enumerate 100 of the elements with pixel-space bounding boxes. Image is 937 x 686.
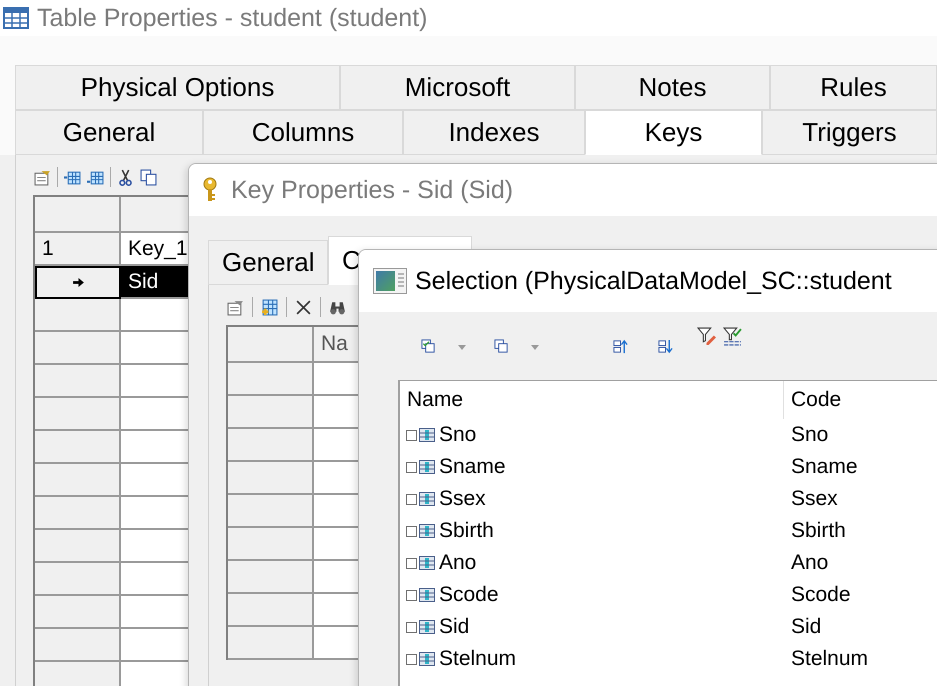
tab[interactable]: Columns bbox=[203, 110, 403, 155]
column-name: Sid bbox=[439, 615, 470, 639]
select-all-icon[interactable] bbox=[421, 339, 436, 354]
insert-row-icon[interactable] bbox=[64, 168, 81, 186]
table-cell[interactable]: Key_1 bbox=[121, 233, 191, 266]
row-header-cell[interactable] bbox=[228, 528, 314, 561]
row-header-cell[interactable] bbox=[35, 365, 121, 398]
table-cell[interactable] bbox=[121, 299, 191, 332]
table-cell[interactable] bbox=[121, 497, 191, 530]
table-icon bbox=[3, 7, 29, 29]
caret-icon[interactable] bbox=[531, 345, 539, 350]
row-number: 1 bbox=[42, 236, 54, 260]
row-header-cell[interactable] bbox=[35, 266, 121, 299]
delete-icon[interactable] bbox=[295, 298, 312, 316]
deselect-all-icon[interactable] bbox=[494, 339, 509, 354]
table-cell[interactable] bbox=[121, 662, 191, 686]
checkbox[interactable] bbox=[406, 622, 417, 632]
table-cell[interactable] bbox=[121, 530, 191, 563]
row-header-cell[interactable] bbox=[35, 563, 121, 596]
window-title: Table Properties - student (student) bbox=[37, 4, 428, 32]
checkbox[interactable] bbox=[406, 558, 417, 568]
column-icon bbox=[419, 620, 435, 634]
move-up-icon[interactable] bbox=[613, 339, 628, 354]
row-header-cell[interactable] bbox=[35, 596, 121, 629]
row-header-cell[interactable] bbox=[228, 594, 314, 627]
row-header-cell[interactable]: 1 bbox=[35, 233, 121, 266]
key-icon bbox=[203, 177, 217, 203]
row-header-cell[interactable] bbox=[228, 495, 314, 528]
add-row-icon[interactable] bbox=[87, 168, 104, 186]
column-name: Sno bbox=[439, 423, 476, 447]
table-cell[interactable] bbox=[121, 332, 191, 365]
filter-check-icon[interactable] bbox=[723, 327, 742, 346]
table-cell[interactable]: Sid bbox=[121, 266, 191, 299]
column-code: Ssex bbox=[791, 487, 838, 511]
tab[interactable]: General bbox=[15, 110, 203, 155]
row-header-cell[interactable] bbox=[35, 332, 121, 365]
row-header-cell[interactable] bbox=[35, 299, 121, 332]
row-header-cell[interactable] bbox=[35, 530, 121, 563]
add-columns-icon[interactable] bbox=[261, 298, 278, 316]
column-icon bbox=[419, 556, 435, 570]
properties-icon[interactable] bbox=[227, 298, 244, 316]
table-cell[interactable] bbox=[121, 596, 191, 629]
properties-icon[interactable] bbox=[34, 168, 51, 186]
column-code: Sno bbox=[791, 423, 828, 447]
row-header-cell[interactable] bbox=[228, 363, 314, 396]
checkbox[interactable] bbox=[406, 526, 417, 536]
column-code: Sname bbox=[791, 455, 858, 479]
checkbox[interactable] bbox=[406, 654, 417, 664]
table-cell[interactable] bbox=[121, 563, 191, 596]
row-header-cell[interactable] bbox=[228, 396, 314, 429]
row-header-cell[interactable] bbox=[35, 629, 121, 662]
row-header-cell[interactable] bbox=[35, 431, 121, 464]
column-code: Sbirth bbox=[791, 519, 846, 543]
table-cell[interactable] bbox=[121, 464, 191, 497]
column-name: Sbirth bbox=[439, 519, 494, 543]
tab[interactable]: Keys bbox=[585, 110, 762, 155]
column-name: Stelnum bbox=[439, 647, 516, 671]
column-icon bbox=[419, 524, 435, 538]
checkbox[interactable] bbox=[406, 590, 417, 600]
tab[interactable]: General bbox=[208, 240, 328, 285]
row-header-cell[interactable] bbox=[228, 561, 314, 594]
tab[interactable]: Physical Options bbox=[15, 65, 340, 110]
row-header-cell[interactable] bbox=[228, 462, 314, 495]
column-name: Ssex bbox=[439, 487, 486, 511]
row-header-cell[interactable] bbox=[35, 497, 121, 530]
row-header-cell[interactable] bbox=[35, 464, 121, 497]
move-down-icon[interactable] bbox=[658, 339, 673, 354]
checkbox[interactable] bbox=[406, 462, 417, 472]
table-cell[interactable] bbox=[121, 629, 191, 662]
column-code: Scode bbox=[791, 583, 851, 607]
tab[interactable]: Triggers bbox=[762, 110, 937, 155]
table-cell[interactable] bbox=[121, 431, 191, 464]
row-header-cell[interactable] bbox=[228, 627, 314, 660]
column-name: Scode bbox=[439, 583, 499, 607]
current-row-arrow-icon bbox=[72, 278, 84, 287]
tab[interactable]: Notes bbox=[575, 65, 770, 110]
tab[interactable]: Microsoft bbox=[340, 65, 575, 110]
window-icon bbox=[373, 268, 407, 294]
column-code: Stelnum bbox=[791, 647, 868, 671]
row-header-cell[interactable] bbox=[228, 429, 314, 462]
column-code: Ano bbox=[791, 551, 828, 575]
tab[interactable]: Indexes bbox=[403, 110, 585, 155]
row-header-cell[interactable] bbox=[35, 398, 121, 431]
column-icon bbox=[419, 588, 435, 602]
column-icon bbox=[419, 460, 435, 474]
checkbox[interactable] bbox=[406, 430, 417, 440]
cut-icon[interactable] bbox=[117, 168, 134, 186]
column-name: Sname bbox=[439, 455, 506, 479]
column-icon bbox=[419, 652, 435, 666]
tab[interactable]: Rules bbox=[770, 65, 937, 110]
window-title: Selection (PhysicalDataModel_SC::student bbox=[415, 266, 892, 296]
copy-icon[interactable] bbox=[140, 168, 157, 186]
column-name: Ano bbox=[439, 551, 476, 575]
table-cell[interactable] bbox=[121, 365, 191, 398]
caret-icon[interactable] bbox=[458, 345, 466, 350]
window-title: Key Properties - Sid (Sid) bbox=[231, 176, 514, 204]
checkbox[interactable] bbox=[406, 494, 417, 504]
filter-edit-icon[interactable] bbox=[697, 327, 716, 346]
table-cell[interactable] bbox=[121, 398, 191, 431]
column-code: Sid bbox=[791, 615, 822, 639]
